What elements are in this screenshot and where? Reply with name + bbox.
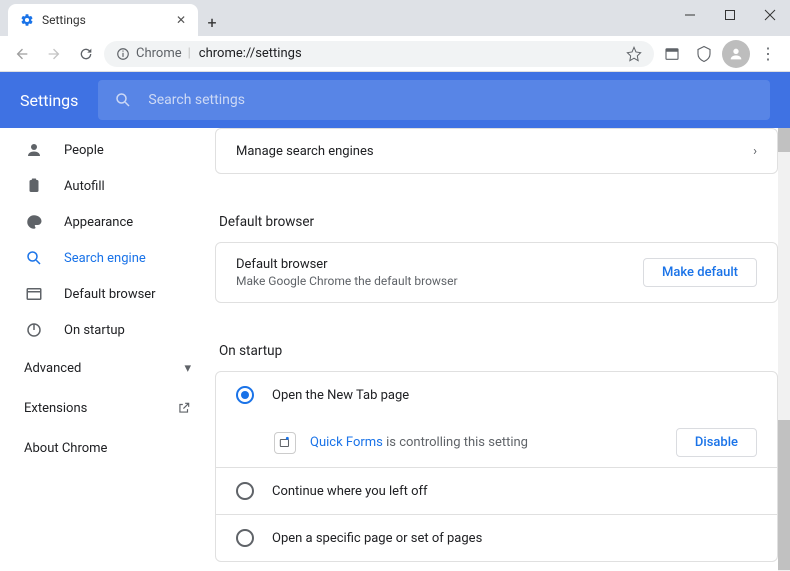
- default-browser-texts: Default browser Make Google Chrome the d…: [236, 257, 458, 288]
- chevron-down-icon: ▾: [184, 361, 191, 376]
- radio-unselected-icon: [236, 482, 254, 500]
- sidebar-about[interactable]: About Chrome: [0, 428, 215, 468]
- new-tab-button[interactable]: +: [198, 8, 226, 36]
- scrollbar-thumb-upper[interactable]: [778, 128, 790, 152]
- external-link-icon: [177, 401, 191, 415]
- extension-icon-2[interactable]: [690, 40, 718, 68]
- startup-option-label: Open a specific page or set of pages: [272, 531, 482, 546]
- manage-search-engines-row[interactable]: Manage search engines ›: [216, 129, 777, 173]
- sidebar-about-label: About Chrome: [24, 441, 107, 456]
- card-on-startup: Open the New Tab page Quick Forms is con…: [215, 371, 778, 562]
- default-browser-title: Default browser: [236, 257, 458, 272]
- sidebar-item-on-startup[interactable]: On startup: [0, 312, 215, 348]
- chrome-menu-button[interactable]: ⋮: [754, 44, 782, 63]
- minimize-button[interactable]: [670, 0, 710, 30]
- sidebar-advanced[interactable]: Advanced ▾: [0, 348, 215, 388]
- sidebar-item-appearance[interactable]: Appearance: [0, 204, 215, 240]
- address-path: chrome://settings: [199, 46, 302, 61]
- default-browser-desc: Make Google Chrome the default browser: [236, 274, 458, 288]
- card-search-engines: Manage search engines ›: [215, 128, 778, 174]
- close-icon[interactable]: ✕: [176, 13, 186, 27]
- window-controls: [670, 0, 790, 30]
- address-bar: Chrome | chrome://settings ⋮: [0, 36, 790, 72]
- power-icon: [24, 321, 44, 339]
- omnibox[interactable]: Chrome | chrome://settings: [104, 41, 654, 67]
- sidebar-item-label: On startup: [64, 323, 125, 338]
- forward-button[interactable]: [40, 40, 68, 68]
- sidebar-item-label: Search engine: [64, 251, 146, 266]
- manage-search-engines-label: Manage search engines: [236, 144, 374, 159]
- extension-icon-1[interactable]: [658, 40, 686, 68]
- startup-option-continue[interactable]: Continue where you left off: [216, 468, 777, 514]
- make-default-button[interactable]: Make default: [643, 258, 757, 287]
- scrollbar-thumb-lower[interactable]: [778, 420, 790, 570]
- sidebar-item-label: People: [64, 143, 104, 158]
- sidebar-item-people[interactable]: People: [0, 132, 215, 168]
- scrollbar-track[interactable]: [778, 128, 790, 571]
- sidebar-extensions[interactable]: Extensions: [0, 388, 215, 428]
- window-titlebar: Settings ✕ +: [0, 0, 790, 36]
- clipboard-icon: [24, 177, 44, 195]
- browser-icon: [24, 285, 44, 303]
- controlling-extension-suffix: is controlling this setting: [383, 435, 528, 450]
- content-area: Manage search engines › Default browser …: [215, 128, 790, 571]
- sidebar-item-default-browser[interactable]: Default browser: [0, 276, 215, 312]
- disable-extension-button[interactable]: Disable: [676, 428, 757, 457]
- section-default-browser-heading: Default browser: [215, 198, 778, 242]
- startup-extension-notice: Quick Forms is controlling this setting …: [216, 418, 777, 467]
- settings-header: Settings: [0, 72, 790, 128]
- palette-icon: [24, 213, 44, 231]
- card-default-browser: Default browser Make Google Chrome the d…: [215, 242, 778, 303]
- address-scheme: Chrome: [136, 46, 182, 61]
- gear-icon: [20, 13, 34, 27]
- search-icon: [114, 91, 132, 109]
- sidebar-extensions-label: Extensions: [24, 401, 87, 416]
- startup-option-label: Open the New Tab page: [272, 388, 409, 403]
- person-icon: [24, 141, 44, 159]
- sidebar: People Autofill Appearance Search engine…: [0, 128, 215, 571]
- tab-title: Settings: [42, 13, 168, 27]
- bookmark-star-icon[interactable]: [626, 46, 642, 62]
- startup-option-label: Continue where you left off: [272, 484, 428, 499]
- radio-selected-icon: [236, 386, 254, 404]
- settings-search[interactable]: [98, 80, 770, 120]
- startup-option-new-tab[interactable]: Open the New Tab page: [216, 372, 777, 418]
- chevron-right-icon: ›: [753, 144, 757, 159]
- radio-unselected-icon: [236, 529, 254, 547]
- page-title: Settings: [20, 91, 78, 110]
- startup-option-specific[interactable]: Open a specific page or set of pages: [216, 515, 777, 561]
- profile-avatar[interactable]: [722, 40, 750, 68]
- sidebar-item-label: Appearance: [64, 215, 133, 230]
- sidebar-item-label: Default browser: [64, 287, 156, 302]
- window-close-button[interactable]: [750, 0, 790, 30]
- sidebar-item-search-engine[interactable]: Search engine: [0, 240, 215, 276]
- settings-search-input[interactable]: [148, 92, 754, 108]
- site-info-icon[interactable]: Chrome |: [116, 46, 191, 61]
- default-browser-row: Default browser Make Google Chrome the d…: [216, 243, 777, 302]
- reload-button[interactable]: [72, 40, 100, 68]
- sidebar-item-label: Autofill: [64, 179, 105, 194]
- browser-tab[interactable]: Settings ✕: [8, 4, 198, 36]
- maximize-button[interactable]: [710, 0, 750, 30]
- back-button[interactable]: [8, 40, 36, 68]
- extension-puzzle-icon: [274, 432, 296, 454]
- sidebar-item-autofill[interactable]: Autofill: [0, 168, 215, 204]
- section-on-startup-heading: On startup: [215, 327, 778, 371]
- controlling-extension-name[interactable]: Quick Forms: [310, 435, 383, 450]
- sidebar-advanced-label: Advanced: [24, 361, 81, 376]
- search-icon: [24, 249, 44, 267]
